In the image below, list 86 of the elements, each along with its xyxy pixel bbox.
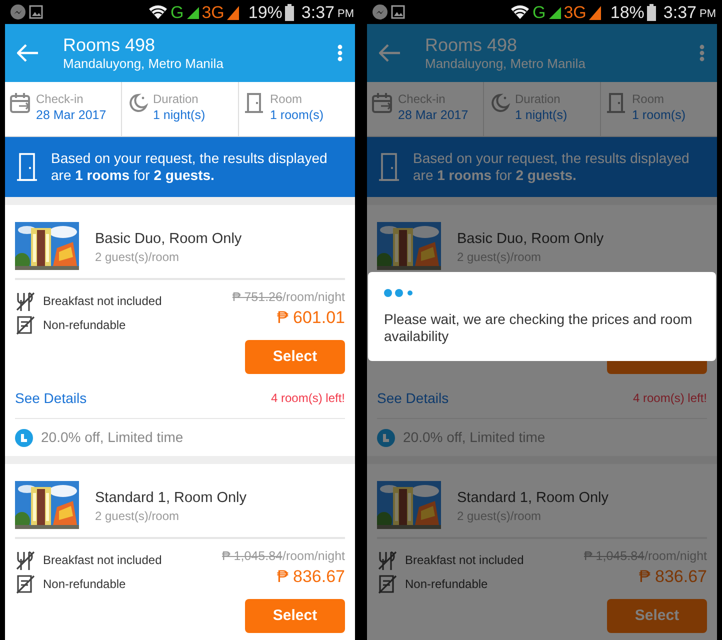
loading-dots-icon [384, 289, 414, 297]
clock-period: PM [700, 7, 716, 22]
summary-label: Room [270, 92, 304, 107]
messenger-icon [10, 4, 26, 20]
page-subtitle: Mandaluyong, Metro Manila [63, 56, 224, 72]
no-refund-icon [15, 574, 35, 594]
select-button[interactable]: Select [607, 599, 707, 633]
summary-cell[interactable]: Check-in 28 Mar 2017 [5, 82, 122, 136]
network-type: 3G [564, 4, 586, 20]
signal-icon [186, 5, 199, 19]
door-icon [243, 92, 265, 114]
select-button[interactable]: Select [245, 599, 345, 633]
page-subtitle: Mandaluyong, Metro Manila [425, 56, 586, 72]
room-price: ₱ 836.67 [276, 566, 345, 588]
network-type: G [532, 4, 546, 20]
see-details-link[interactable]: See Details [15, 388, 87, 408]
signal-icon [227, 4, 242, 20]
more-menu-icon[interactable] [699, 44, 705, 62]
feature-text: Breakfast not included [43, 293, 162, 310]
rooms-left-text: 4 room(s) left! [632, 390, 707, 407]
notice-text: Based on your request, the results displayed are 1 rooms for 2 guests. [413, 150, 690, 184]
battery-percent: 19% [248, 4, 282, 20]
rooms-left-text: 4 room(s) left! [270, 390, 345, 407]
summary-value: 1 night(s) [153, 107, 206, 124]
network-type: 3G [202, 4, 224, 20]
feature-text: Breakfast not included [43, 552, 162, 569]
battery-icon [285, 4, 294, 20]
back-icon[interactable] [379, 44, 401, 62]
room-name: Standard 1, Room Only [95, 489, 247, 507]
discount-icon [377, 428, 395, 446]
back-icon[interactable] [17, 44, 39, 62]
no-refund-icon [15, 315, 35, 335]
see-details-link[interactable]: See Details [377, 388, 449, 408]
summary-cell[interactable]: Room 1 room(s) [239, 82, 355, 136]
clock-period: PM [338, 7, 354, 22]
signal-icon [589, 4, 604, 20]
clock-time: 3:37 [301, 4, 334, 20]
wifi-icon [511, 5, 530, 19]
feature-text: Breakfast not included [405, 552, 524, 569]
summary-value: 1 night(s) [515, 107, 568, 124]
calendar-icon [9, 92, 31, 114]
room-guests: 2 guest(s)/room [95, 508, 180, 525]
image-icon [29, 5, 43, 19]
room-name: Basic Duo, Room Only [457, 230, 604, 248]
more-menu-icon[interactable] [337, 44, 343, 62]
notice-text: Based on your request, the results displayed are 1 rooms for 2 guests. [51, 150, 328, 184]
original-price: ₱ 751.26/room/night [232, 289, 345, 306]
dialog-message: Please wait, we are checking the prices and room availability [384, 311, 694, 345]
no-refund-icon [377, 574, 397, 594]
door-icon [605, 92, 627, 114]
discount-icon [15, 428, 33, 446]
wifi-icon [149, 5, 168, 19]
summary-label: Duration [153, 92, 200, 107]
summary-label: Check-in [36, 92, 84, 107]
room-price: ₱ 836.67 [638, 566, 707, 588]
original-price: ₱ 1,045.84/room/night [222, 548, 345, 565]
battery-percent: 18% [610, 4, 644, 20]
feature-text: Non-refundable [43, 576, 126, 593]
promo-text: 20.0% off, Limited time [403, 428, 546, 447]
battery-icon [647, 4, 656, 20]
page-title: Rooms 498 [63, 34, 156, 56]
promo-text: 20.0% off, Limited time [41, 428, 184, 447]
room-name: Basic Duo, Room Only [95, 230, 242, 248]
summary-cell[interactable]: Duration 1 night(s) [122, 82, 239, 136]
select-button[interactable]: Select [245, 340, 345, 374]
summary-value: 28 Mar 2017 [398, 107, 468, 124]
summary-value: 1 room(s) [632, 107, 686, 124]
door-icon [379, 152, 399, 182]
summary-value: 1 room(s) [270, 107, 324, 124]
feature-text: Non-refundable [43, 317, 126, 334]
no-food-icon [377, 550, 397, 570]
messenger-icon [372, 4, 388, 20]
door-icon [17, 152, 37, 182]
page-title: Rooms 498 [425, 34, 518, 56]
clock-time: 3:37 [663, 4, 696, 20]
feature-text: Non-refundable [405, 576, 488, 593]
no-food-icon [15, 550, 35, 570]
signal-icon [548, 5, 561, 19]
summary-value: 28 Mar 2017 [36, 107, 106, 124]
no-food-icon [15, 291, 35, 311]
room-guests: 2 guest(s)/room [95, 249, 180, 266]
calendar-icon [371, 92, 393, 114]
network-type: G [170, 4, 184, 20]
room-name: Standard 1, Room Only [457, 489, 609, 507]
image-icon [391, 5, 405, 19]
room-price: ₱ 601.01 [276, 307, 345, 329]
